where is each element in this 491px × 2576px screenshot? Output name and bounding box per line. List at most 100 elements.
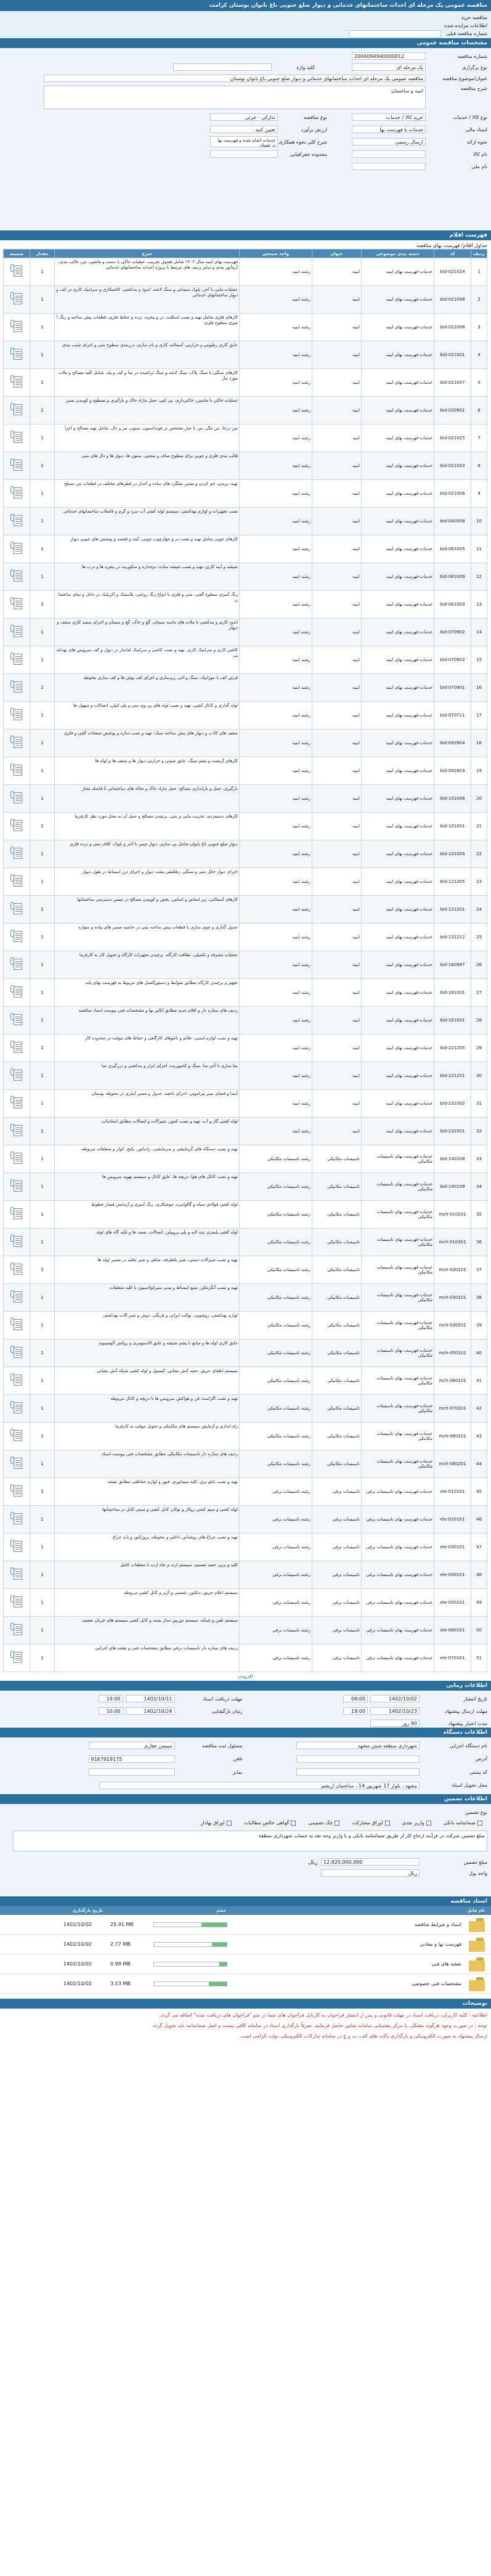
cell-attachment[interactable]	[3, 590, 30, 619]
attachment-icon[interactable]	[9, 1595, 25, 1610]
file-row[interactable]: نقشه های فنی 0.98 MB 1402/10/02	[0, 1954, 491, 1974]
cell-attachment[interactable]	[3, 1588, 30, 1617]
attachment-icon[interactable]	[9, 957, 25, 972]
cell-attachment[interactable]	[3, 1117, 30, 1145]
cell-attachment[interactable]	[3, 507, 30, 535]
attachment-icon[interactable]	[9, 542, 25, 556]
attachment-icon[interactable]	[9, 1290, 25, 1305]
place-input[interactable]	[210, 150, 278, 158]
cell-attachment[interactable]	[3, 285, 30, 314]
cell-attachment[interactable]	[3, 1228, 30, 1256]
cell-attachment[interactable]	[3, 368, 30, 397]
file-row[interactable]: اسناد و شرایط مناقصه 25.91 MB 1402/10/02	[0, 1915, 491, 1935]
attachment-icon[interactable]	[9, 1179, 25, 1194]
attachment-icon[interactable]	[9, 819, 25, 834]
cell-attachment[interactable]	[3, 618, 30, 646]
file-name[interactable]: نقشه های فنی	[227, 1961, 461, 1967]
cell-attachment[interactable]	[3, 1533, 30, 1561]
attachment-icon[interactable]	[9, 1651, 25, 1665]
attachment-icon[interactable]	[9, 569, 25, 584]
attachment-icon[interactable]	[9, 458, 25, 473]
cell-attachment[interactable]	[3, 424, 30, 452]
cell-attachment[interactable]	[3, 341, 30, 369]
cell-attachment[interactable]	[3, 1505, 30, 1534]
folder-icon[interactable]	[468, 1957, 485, 1972]
attachment-icon[interactable]	[9, 1152, 25, 1166]
checkbox-icon[interactable]	[426, 1820, 431, 1826]
cell-attachment[interactable]	[3, 951, 30, 979]
attachment-icon[interactable]	[9, 985, 25, 1000]
guarantee-option[interactable]: اوراق مشارکت	[352, 1820, 390, 1826]
attachment-icon[interactable]	[9, 1013, 25, 1028]
cell-attachment[interactable]	[3, 1367, 30, 1395]
cell-attachment[interactable]	[3, 757, 30, 785]
attachment-icon[interactable]	[9, 847, 25, 861]
cell-attachment[interactable]	[3, 1006, 30, 1034]
file-name[interactable]: مشخصات فنی خصوصی	[227, 1981, 461, 1986]
attachment-icon[interactable]	[9, 625, 25, 640]
cell-attachment[interactable]	[3, 729, 30, 757]
attachment-icon[interactable]	[9, 375, 25, 390]
cell-attachment[interactable]	[3, 535, 30, 563]
attachment-icon[interactable]	[9, 1457, 25, 1471]
cell-attachment[interactable]	[3, 1200, 30, 1229]
attachment-icon[interactable]	[9, 1068, 25, 1083]
attachment-icon[interactable]	[9, 1429, 25, 1444]
attachment-icon[interactable]	[9, 791, 25, 806]
cell-attachment[interactable]	[3, 1256, 30, 1284]
attachment-icon[interactable]	[9, 736, 25, 750]
org-postal-input[interactable]	[296, 1768, 420, 1776]
cell-attachment[interactable]	[3, 978, 30, 1007]
cell-attachment[interactable]	[3, 1062, 30, 1090]
attachment-icon[interactable]	[9, 1096, 25, 1111]
attachment-icon[interactable]	[9, 1041, 25, 1055]
attachment-icon[interactable]	[9, 597, 25, 612]
cell-attachment[interactable]	[3, 1311, 30, 1339]
file-row[interactable]: مشخصات فنی خصوصی 3.53 MB 1402/10/02	[0, 1974, 491, 1994]
guarantee-option[interactable]: ضمانتنامه بانکی	[444, 1820, 482, 1826]
attachment-icon[interactable]	[9, 1540, 25, 1554]
cell-attachment[interactable]	[3, 646, 30, 674]
national-name-input[interactable]	[352, 163, 426, 170]
cell-attachment[interactable]	[3, 923, 30, 951]
attachment-icon[interactable]	[9, 1567, 25, 1582]
attachment-icon[interactable]	[9, 1512, 25, 1527]
org-address-input[interactable]	[296, 1755, 420, 1763]
cell-attachment[interactable]	[3, 840, 30, 868]
checkbox-icon[interactable]	[291, 1820, 296, 1826]
attachment-icon[interactable]	[9, 1623, 25, 1638]
attachment-icon[interactable]	[9, 902, 25, 917]
cell-attachment[interactable]	[3, 1034, 30, 1062]
cell-attachment[interactable]	[3, 1283, 30, 1312]
cell-attachment[interactable]	[3, 1477, 30, 1506]
attachment-icon[interactable]	[9, 1401, 25, 1416]
goods-name-input[interactable]	[352, 150, 426, 158]
cell-attachment[interactable]	[3, 812, 30, 840]
cell-attachment[interactable]	[3, 479, 30, 508]
guarantee-option[interactable]: گواهی خالص مطالبات	[244, 1820, 296, 1826]
folder-icon[interactable]	[468, 1937, 485, 1952]
attachment-icon[interactable]	[9, 708, 25, 723]
cell-attachment[interactable]	[3, 396, 30, 425]
cell-attachment[interactable]	[3, 313, 30, 341]
attachment-icon[interactable]	[9, 264, 25, 279]
attachment-icon[interactable]	[9, 1318, 25, 1333]
attachment-icon[interactable]	[9, 1373, 25, 1388]
cell-attachment[interactable]	[3, 784, 30, 813]
guarantee-option[interactable]: چک تضمینی	[308, 1820, 340, 1826]
file-name[interactable]: فهرست بها و مقادیر	[227, 1941, 461, 1947]
guarantee-option[interactable]: اوراق بهادار	[201, 1820, 232, 1826]
folder-icon[interactable]	[468, 1977, 485, 1991]
cell-attachment[interactable]	[3, 1394, 30, 1423]
cell-attachment[interactable]	[3, 452, 30, 480]
cell-attachment[interactable]	[3, 1616, 30, 1644]
attachment-icon[interactable]	[9, 652, 25, 667]
cell-attachment[interactable]	[3, 701, 30, 729]
file-name[interactable]: اسناد و شرایط مناقصه	[227, 1922, 461, 1927]
attachment-icon[interactable]	[9, 1484, 25, 1499]
guarantee-option[interactable]: واریز نقدی	[402, 1820, 431, 1826]
attachment-icon[interactable]	[9, 1235, 25, 1249]
attachment-icon[interactable]	[9, 1207, 25, 1222]
attachment-icon[interactable]	[9, 403, 25, 418]
attachment-icon[interactable]	[9, 347, 25, 362]
